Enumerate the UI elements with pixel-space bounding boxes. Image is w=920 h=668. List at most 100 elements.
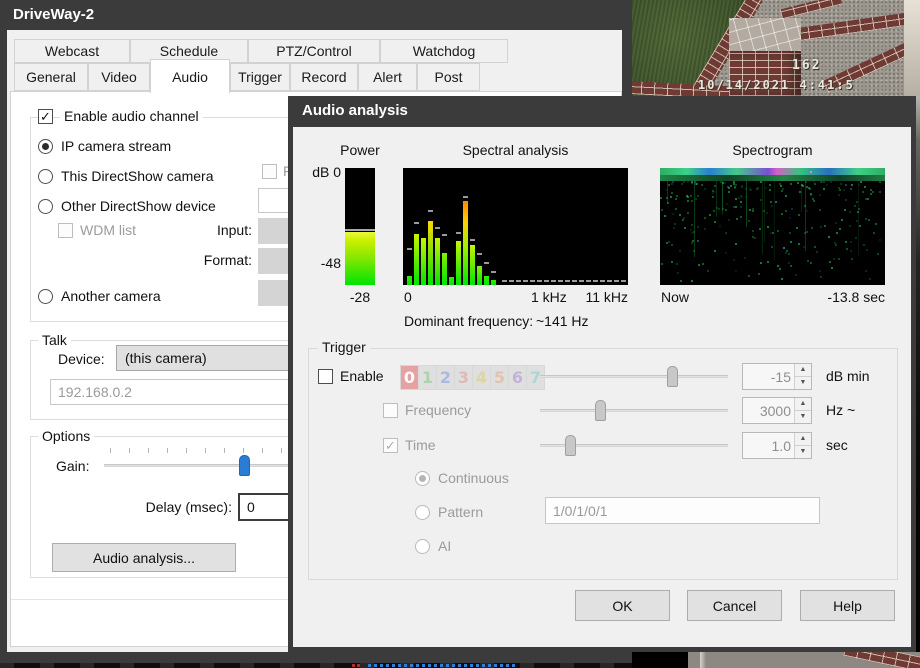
talk-address-field[interactable]: 192.168.0.2 <box>50 379 312 405</box>
window-title: DriveWay-2 <box>13 6 94 23</box>
gain-slider-thumb[interactable] <box>239 455 250 476</box>
level-spinner[interactable]: -15 ▲ ▼ <box>742 363 812 390</box>
spectrogram-streak <box>858 181 859 256</box>
this-directshow-radio[interactable] <box>38 169 53 184</box>
camera-timestamp-overlay: 10/14/2021 4:41:5 <box>698 78 918 92</box>
channel-digit-strip: 01234567 <box>400 365 545 390</box>
peak-hold-marker <box>463 196 468 198</box>
spectrogram-streak <box>801 181 802 212</box>
dominant-frequency-value: ~141 Hz <box>536 313 589 329</box>
spectral-bar <box>456 241 461 285</box>
trigger-enable-checkbox[interactable] <box>318 369 333 384</box>
baseline-peak-marker <box>593 280 598 282</box>
fo-checkbox[interactable] <box>262 164 277 179</box>
baseline-peak-marker <box>509 280 514 282</box>
camera-video-right-sliver <box>916 96 920 652</box>
time-spinner[interactable]: 1.0 ▲ ▼ <box>742 432 812 459</box>
dialog-title: Audio analysis <box>302 102 408 119</box>
tab-alert[interactable]: Alert <box>358 63 417 91</box>
tab-audio[interactable]: Audio <box>150 59 230 93</box>
spinner-up-icon[interactable]: ▲ <box>794 433 811 446</box>
dialog-body: Power Spectral analysis Spectrogram dB 0… <box>293 127 911 647</box>
camera-video-bottom-right <box>632 652 920 668</box>
spectrogram-speckles <box>660 168 662 170</box>
spinner-up-icon[interactable]: ▲ <box>794 364 811 377</box>
tick-mark <box>224 448 225 453</box>
time-checkbox[interactable]: ✓ <box>383 438 398 453</box>
dominant-frequency-label: Dominant frequency: <box>404 313 533 329</box>
tab-trigger[interactable]: Trigger <box>230 63 290 91</box>
spectral-bar <box>491 280 496 285</box>
spectral-bar <box>484 276 489 285</box>
channel-digit-5: 5 <box>491 366 508 389</box>
peak-hold-marker <box>428 210 433 212</box>
brick-border <box>843 652 920 668</box>
pattern-radio[interactable] <box>415 505 430 520</box>
camera-counter-overlay: 162 <box>792 58 821 73</box>
options-legend: Options <box>38 428 94 444</box>
brick-border <box>780 0 843 19</box>
spinner-down-icon[interactable]: ▼ <box>794 377 811 390</box>
peak-hold-marker <box>477 253 482 255</box>
spinner-down-icon[interactable]: ▼ <box>794 446 811 459</box>
audio-analysis-button[interactable]: Audio analysis... <box>52 543 236 572</box>
ok-button[interactable]: OK <box>575 590 670 621</box>
help-button[interactable]: Help <box>800 590 895 621</box>
tab-ptz-control[interactable]: PTZ/Control <box>248 39 380 63</box>
format-label: Format: <box>150 252 252 268</box>
screen: 162 10/14/2021 4:41:5 DriveWay-2 ✓ Enabl… <box>0 0 920 668</box>
frequency-slider[interactable] <box>540 400 728 421</box>
spectrogram-streak <box>716 181 717 217</box>
talk-device-value: (this camera) <box>125 350 207 366</box>
level-slider[interactable] <box>540 366 728 387</box>
ip-camera-stream-radio[interactable] <box>38 139 53 154</box>
spectral-bar <box>470 245 475 285</box>
tab-webcast[interactable]: Webcast <box>14 39 130 63</box>
tick-mark <box>167 448 168 453</box>
wdm-list-checkbox[interactable] <box>58 223 73 238</box>
device-label: Device: <box>58 351 105 367</box>
spectrogram-streak <box>746 181 747 227</box>
video-osd-blue-marks <box>368 664 518 667</box>
baseline-peak-marker <box>530 280 535 282</box>
baseline-peak-marker <box>516 280 521 282</box>
power-peak-line <box>345 229 375 231</box>
tick-mark <box>129 448 130 453</box>
time-slider[interactable] <box>540 435 728 456</box>
pattern-field[interactable]: 1/0/1/0/1 <box>545 497 820 524</box>
channel-digit-1: 1 <box>419 366 436 389</box>
baseline-peak-marker <box>523 280 528 282</box>
baseline-peak-marker <box>614 280 619 282</box>
another-camera-radio[interactable] <box>38 289 53 304</box>
tick-mark <box>243 448 244 453</box>
spectral-header: Spectral analysis <box>403 141 628 159</box>
spectral-bar <box>477 266 482 285</box>
baseline-peak-marker <box>600 280 605 282</box>
frequency-checkbox[interactable] <box>383 403 398 418</box>
tick-mark <box>262 448 263 453</box>
pattern-value: 1/0/1/0/1 <box>553 503 608 519</box>
baseline-peak-marker <box>572 280 577 282</box>
baseline-peak-marker <box>544 280 549 282</box>
spectrogram-header: Spectrogram <box>660 141 885 159</box>
cancel-button[interactable]: Cancel <box>687 590 782 621</box>
level-unit-label: dB min <box>826 368 870 384</box>
enable-audio-channel-label: Enable audio channel <box>60 108 203 124</box>
spinner-up-icon[interactable]: ▲ <box>794 398 811 411</box>
spinner-down-icon[interactable]: ▼ <box>794 411 811 424</box>
enable-audio-channel-checkbox[interactable]: ✓ <box>38 109 53 124</box>
other-directshow-radio[interactable] <box>38 199 53 214</box>
tab-watchdog[interactable]: Watchdog <box>380 39 508 63</box>
tab-general[interactable]: General <box>14 63 88 91</box>
channel-digit-3: 3 <box>455 366 472 389</box>
frequency-spinner[interactable]: 3000 ▲ ▼ <box>742 397 812 424</box>
tab-post[interactable]: Post <box>417 63 480 91</box>
tab-record[interactable]: Record <box>290 63 358 91</box>
audio-analysis-dialog: Audio analysis Power Spectral analysis S… <box>288 96 916 652</box>
delay-label: Delay (msec): <box>120 499 232 515</box>
ai-radio[interactable] <box>415 539 430 554</box>
spectrogram-streak <box>722 181 723 215</box>
continuous-radio[interactable] <box>415 471 430 486</box>
video-black-patch <box>632 652 688 668</box>
tab-video[interactable]: Video <box>88 63 150 91</box>
